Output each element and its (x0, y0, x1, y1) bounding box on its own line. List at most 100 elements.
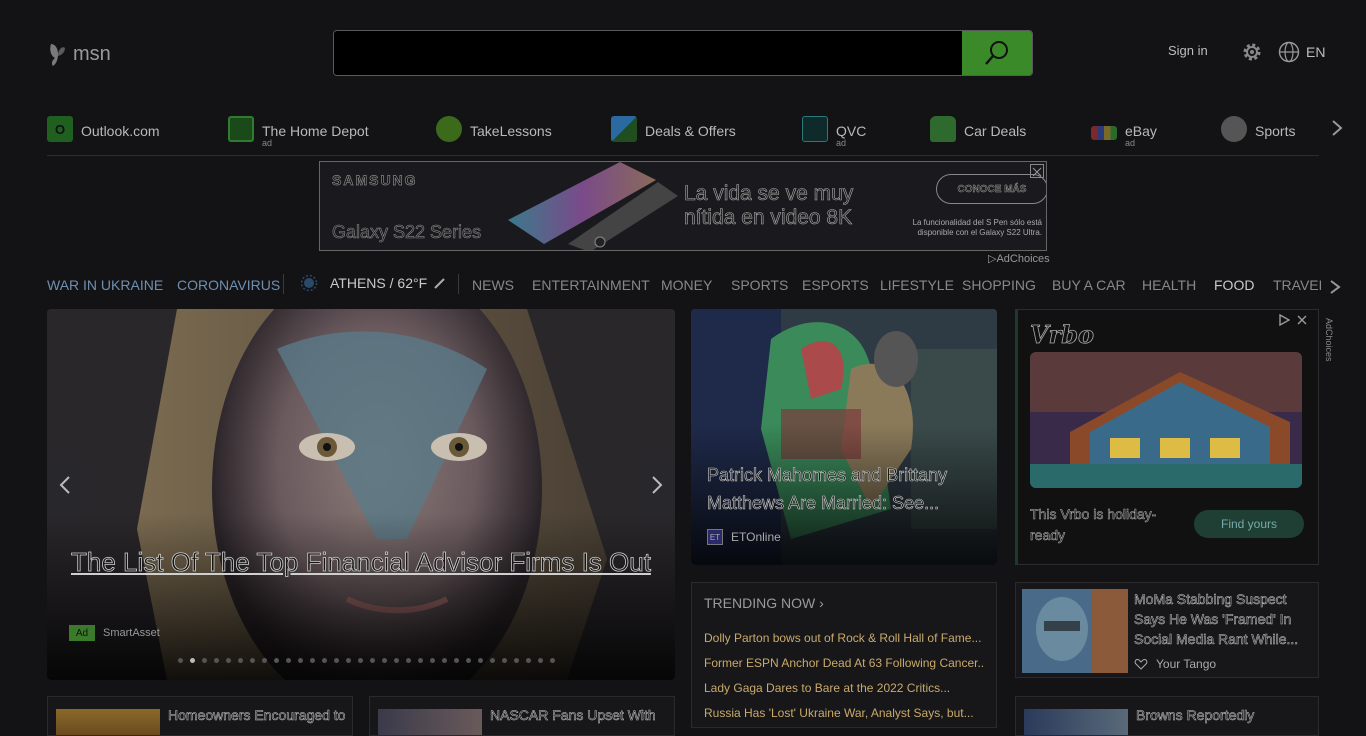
nav-money[interactable]: MONEY (661, 277, 712, 293)
qvc-icon (802, 116, 828, 142)
adchoices-icon[interactable] (1278, 314, 1290, 326)
ad-headline: La vida se ve muy nítida en video 8K (684, 182, 854, 230)
story-title[interactable]: Browns Reportedly (1136, 707, 1255, 724)
quick-link-car-deals[interactable]: Car Deals (930, 116, 1026, 142)
side-story-card[interactable]: MoMa Stabbing Suspect Says He Was 'Frame… (1015, 582, 1319, 678)
quick-link-outlook[interactable]: O Outlook.com (47, 116, 160, 142)
carousel-dot[interactable] (502, 658, 507, 663)
carousel-dot[interactable] (490, 658, 495, 663)
trending-header-label: TRENDING NOW (704, 595, 816, 611)
carousel-dot[interactable] (310, 658, 315, 663)
quick-link-deals[interactable]: Deals & Offers (611, 116, 736, 142)
nav-news[interactable]: NEWS (472, 277, 514, 293)
news-card[interactable]: NASCAR Fans Upset With (369, 696, 675, 736)
nav-shopping[interactable]: SHOPPING (962, 277, 1036, 293)
carousel-dot[interactable] (478, 658, 483, 663)
news-card[interactable]: Homeowners Encouraged to (47, 696, 353, 736)
trending-item[interactable]: Dolly Parton bows out of Rock & Roll Hal… (704, 631, 984, 645)
chevron-right-icon (652, 476, 663, 494)
weather-widget[interactable]: ATHENS / 62°F (300, 274, 447, 292)
vrbo-ad[interactable]: Vrbo This Vrbo is holiday-ready Find you… (1015, 309, 1319, 565)
trending-item[interactable]: Lady Gaga Dares to Bare at the 2022 Crit… (704, 681, 984, 695)
sign-in-link[interactable]: Sign in (1168, 43, 1208, 58)
nav-food[interactable]: FOOD (1214, 277, 1254, 293)
quick-link-sports[interactable]: Sports (1221, 116, 1295, 142)
quick-link-ebay[interactable]: eBay ad (1091, 116, 1157, 148)
carousel-dot[interactable] (394, 658, 399, 663)
chevron-right-icon[interactable] (1328, 278, 1342, 296)
nav-sports[interactable]: SPORTS (731, 277, 788, 293)
search-input[interactable] (334, 31, 962, 75)
carousel-dot[interactable] (538, 658, 543, 663)
carousel-dot[interactable] (526, 658, 531, 663)
nav-entertainment[interactable]: ENTERTAINMENT (532, 277, 650, 293)
carousel-dot[interactable] (178, 658, 183, 663)
ad-tag: ad (262, 138, 273, 148)
hero-title[interactable]: The List Of The Top Financial Advisor Fi… (71, 545, 652, 579)
carousel-dot[interactable] (466, 658, 471, 663)
close-icon[interactable] (1296, 314, 1308, 326)
search-button[interactable] (962, 31, 1032, 75)
trending-item[interactable]: Former ESPN Anchor Dead At 63 Following … (704, 656, 984, 670)
carousel-dot[interactable] (550, 658, 555, 663)
find-yours-button[interactable]: Find yours (1194, 510, 1304, 538)
adchoices-link[interactable]: ▷AdChoices (988, 252, 1050, 265)
carousel-next-button[interactable] (639, 457, 675, 513)
carousel-dot[interactable] (202, 658, 207, 663)
nav-esports[interactable]: ESPORTS (802, 277, 869, 293)
nav-divider (458, 274, 459, 294)
chevron-right-icon[interactable] (1328, 118, 1346, 138)
carousel-dot[interactable] (286, 658, 291, 663)
hero-carousel[interactable]: The List Of The Top Financial Advisor Fi… (47, 309, 675, 680)
carousel-dot[interactable] (418, 658, 423, 663)
story-title[interactable]: Homeowners Encouraged to (168, 707, 346, 724)
weather-label: ATHENS / 62°F (330, 275, 428, 291)
adchoices-link[interactable]: AdChoices (1322, 318, 1334, 378)
nav-lifestyle[interactable]: LIFESTYLE (880, 277, 954, 293)
language-selector[interactable]: EN (1278, 41, 1325, 63)
nav-health[interactable]: HEALTH (1142, 277, 1196, 293)
news-card-title[interactable]: Patrick Mahomes and Brittany Matthews Ar… (707, 461, 987, 517)
trending-header[interactable]: TRENDING NOW › (704, 595, 824, 611)
story-title[interactable]: MoMa Stabbing Suspect Says He Was 'Frame… (1134, 589, 1314, 649)
carousel-dot[interactable] (190, 658, 195, 663)
carousel-dot[interactable] (406, 658, 411, 663)
nav-travel[interactable]: TRAVEL (1273, 277, 1321, 293)
heart-icon (1134, 659, 1148, 670)
carousel-dot[interactable] (442, 658, 447, 663)
carousel-dot[interactable] (274, 658, 279, 663)
carousel-dot[interactable] (226, 658, 231, 663)
carousel-dot[interactable] (334, 658, 339, 663)
carousel-dot[interactable] (262, 658, 267, 663)
close-icon[interactable] (1030, 164, 1044, 178)
nav-buy-a-car[interactable]: BUY A CAR (1052, 277, 1126, 293)
banner-ad[interactable]: SAMSUNG Galaxy S22 Series La vida se ve … (319, 161, 1047, 251)
msn-logo[interactable]: msn (47, 38, 127, 70)
carousel-dot[interactable] (298, 658, 303, 663)
quick-link-qvc[interactable]: QVC ad (802, 116, 866, 148)
carousel-dot[interactable] (238, 658, 243, 663)
gear-icon[interactable] (1240, 40, 1264, 64)
carousel-dot[interactable] (430, 658, 435, 663)
news-card[interactable]: Browns Reportedly (1015, 696, 1319, 736)
news-card[interactable]: Patrick Mahomes and Brittany Matthews Ar… (691, 309, 997, 565)
carousel-dot[interactable] (370, 658, 375, 663)
globe-icon (1278, 41, 1300, 63)
carousel-dot[interactable] (250, 658, 255, 663)
carousel-dot[interactable] (454, 658, 459, 663)
nav-coronavirus[interactable]: CORONAVIRUS (177, 277, 280, 293)
phone-image (508, 162, 678, 250)
story-title[interactable]: NASCAR Fans Upset With (490, 707, 656, 724)
carousel-dot[interactable] (382, 658, 387, 663)
carousel-dot[interactable] (514, 658, 519, 663)
carousel-dot[interactable] (346, 658, 351, 663)
nav-war-in-ukraine[interactable]: WAR IN UKRAINE (47, 277, 163, 293)
carousel-dot[interactable] (214, 658, 219, 663)
trending-item[interactable]: Russia Has 'Lost' Ukraine War, Analyst S… (704, 706, 984, 720)
quick-link-takelessons[interactable]: TakeLessons (436, 116, 552, 142)
pencil-icon[interactable] (433, 276, 447, 290)
carousel-dot[interactable] (322, 658, 327, 663)
carousel-prev-button[interactable] (47, 457, 83, 513)
carousel-dot[interactable] (358, 658, 363, 663)
quick-link-home-depot[interactable]: The Home Depot ad (228, 116, 369, 148)
